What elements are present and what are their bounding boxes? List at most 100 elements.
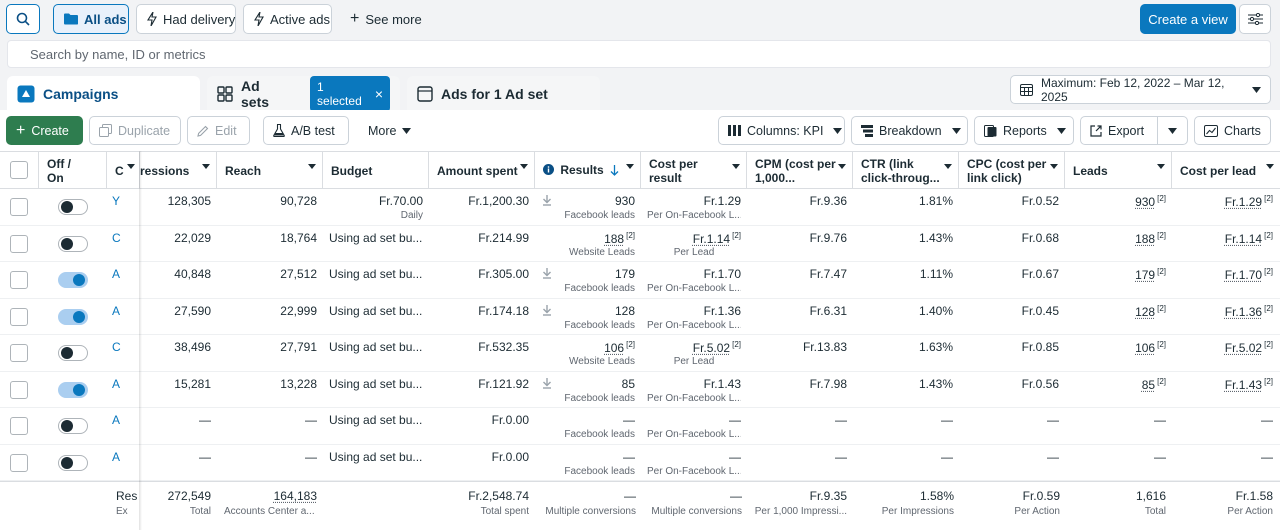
row-toggle[interactable] bbox=[58, 272, 88, 288]
date-range-picker[interactable]: Maximum: Feb 12, 2022 – Mar 12, 2025 bbox=[1010, 75, 1271, 104]
row-toggle[interactable] bbox=[58, 381, 88, 398]
row-name-link[interactable]: A bbox=[112, 267, 120, 281]
row-toggle[interactable] bbox=[58, 235, 88, 252]
cell-results: 85 bbox=[535, 377, 635, 391]
totals-cpl-sub: Per Action bbox=[1227, 506, 1273, 517]
header-cpr-line2: result bbox=[649, 171, 682, 185]
tab-ad-sets[interactable]: Ad sets 1 selected × bbox=[207, 76, 400, 112]
reports-button[interactable]: Reports bbox=[974, 116, 1074, 145]
cell-spent: Fr.174.18 bbox=[478, 303, 529, 318]
cell-cpm: Fr.6.31 bbox=[809, 303, 847, 318]
view-settings-button[interactable] bbox=[1239, 4, 1271, 34]
row-checkbox[interactable] bbox=[10, 380, 28, 399]
had-delivery-button[interactable]: Had delivery bbox=[136, 4, 236, 34]
see-more-button[interactable]: + See more bbox=[339, 4, 429, 34]
header-cpc[interactable]: CPC (cost per link click) bbox=[959, 151, 1065, 189]
row-checkbox[interactable] bbox=[10, 198, 28, 216]
cell-results-sub: Facebook leads bbox=[564, 465, 635, 477]
export-button[interactable]: Export bbox=[1080, 116, 1158, 145]
ab-test-button[interactable]: A/B test bbox=[263, 116, 349, 145]
breakdown-button[interactable]: Breakdown bbox=[851, 116, 968, 145]
row-checkbox[interactable] bbox=[10, 417, 28, 435]
campaign-icon bbox=[17, 85, 35, 103]
cell-cost-per-lead: Fr.1.29 [2] bbox=[1172, 194, 1273, 209]
cell-results-value: 930 bbox=[614, 194, 635, 208]
row-toggle[interactable] bbox=[58, 454, 88, 471]
cell-budget: Using ad set bu... bbox=[329, 376, 423, 391]
row-checkbox[interactable] bbox=[10, 271, 28, 289]
row-name-link[interactable]: A bbox=[112, 377, 120, 391]
header-budget[interactable]: Budget bbox=[323, 151, 429, 189]
row-checkbox[interactable] bbox=[10, 307, 28, 326]
table-row[interactable]: A 27,590 22,999 Fr.174.18 Using ad set bu...… bbox=[0, 299, 1280, 335]
caret-down-icon bbox=[1266, 164, 1274, 169]
all-ads-button[interactable]: All ads bbox=[53, 4, 129, 34]
cell-cost-per-lead: Fr.1.14 [2] bbox=[1172, 231, 1273, 246]
active-ads-button[interactable]: Active ads bbox=[243, 4, 332, 34]
header-impressions[interactable]: ressions bbox=[140, 151, 217, 189]
table-row[interactable]: Y 128,305 90,728 Fr.1,200.30 Fr.70.00 Daily 93… bbox=[0, 189, 1280, 226]
search-input[interactable]: Search by name, ID or metrics bbox=[7, 40, 1271, 68]
table-row[interactable]: A 15,281 13,228 Fr.121.92 Using ad set bu...… bbox=[0, 372, 1280, 408]
table-row[interactable]: A — — Fr.0.00 Using ad set bu... — Facebook le… bbox=[0, 408, 1280, 445]
duplicate-button[interactable]: Duplicate bbox=[89, 116, 181, 145]
toggle-knob bbox=[61, 201, 73, 213]
row-name-link[interactable]: C bbox=[112, 231, 121, 245]
row-name-link[interactable]: C bbox=[112, 340, 121, 354]
select-all-checkbox[interactable] bbox=[10, 161, 28, 179]
row-toggle[interactable] bbox=[58, 418, 88, 434]
breakdown-icon bbox=[861, 124, 873, 137]
tab-ads[interactable]: Ads for 1 Ad set bbox=[407, 76, 600, 112]
row-checkbox[interactable] bbox=[10, 453, 28, 472]
create-view-button[interactable]: Create a view bbox=[1140, 4, 1236, 34]
edit-button[interactable]: Edit bbox=[187, 116, 250, 145]
close-icon[interactable]: × bbox=[375, 87, 383, 101]
charts-button[interactable]: Charts bbox=[1194, 116, 1271, 145]
cell-reach: — bbox=[305, 449, 317, 464]
row-toggle[interactable] bbox=[58, 199, 88, 215]
row-name-link[interactable]: A bbox=[112, 304, 120, 318]
header-cpm[interactable]: CPM (cost per 1,000... bbox=[747, 151, 853, 189]
cell-leads-value: — bbox=[1154, 413, 1166, 427]
row-toggle[interactable] bbox=[58, 308, 88, 325]
header-off-on[interactable]: Off / On bbox=[39, 151, 107, 189]
more-button[interactable]: More bbox=[358, 116, 422, 145]
tab-campaigns[interactable]: Campaigns bbox=[7, 76, 200, 112]
cell-cpr-value: Fr.1.43 bbox=[703, 376, 741, 391]
header-reach[interactable]: Reach bbox=[217, 151, 323, 189]
table-row[interactable]: A — — Fr.0.00 Using ad set bu... — Facebook le… bbox=[0, 445, 1280, 481]
header-amount-spent[interactable]: Amount spent bbox=[429, 151, 535, 189]
cell-results: 128 bbox=[535, 304, 635, 318]
columns-button[interactable]: Columns: KPI bbox=[718, 116, 845, 145]
table-row[interactable]: A 40,848 27,512 Fr.305.00 Using ad set bu...… bbox=[0, 262, 1280, 299]
export-options-button[interactable] bbox=[1157, 116, 1188, 145]
create-button[interactable]: + Create bbox=[6, 116, 83, 145]
cell-spent: Fr.0.00 bbox=[491, 413, 529, 427]
header-reach-label: Reach bbox=[225, 164, 262, 178]
row-name-link[interactable]: Y bbox=[112, 194, 120, 208]
search-button[interactable] bbox=[6, 4, 40, 34]
header-leads[interactable]: Leads bbox=[1065, 151, 1172, 189]
toggle-knob bbox=[61, 237, 73, 250]
row-checkbox[interactable] bbox=[10, 234, 28, 253]
reports-label: Reports bbox=[1003, 123, 1047, 138]
cell-impressions: 128,305 bbox=[167, 194, 211, 208]
table-row[interactable]: C 22,029 18,764 Fr.214.99 Using ad set bu...… bbox=[0, 226, 1280, 262]
row-name-link[interactable]: A bbox=[112, 450, 120, 464]
header-name[interactable]: C bbox=[107, 151, 140, 189]
table-row[interactable]: C 38,496 27,791 Fr.532.35 Using ad set bu...… bbox=[0, 335, 1280, 372]
row-toggle[interactable] bbox=[58, 345, 88, 361]
header-cost-per-lead[interactable]: Cost per lead bbox=[1172, 151, 1280, 189]
cell-leads-footnote: [2] bbox=[1157, 303, 1166, 313]
cell-cpl-value: — bbox=[1261, 449, 1273, 464]
row-checkbox[interactable] bbox=[10, 344, 28, 362]
cell-ctr: 1.11% bbox=[919, 267, 953, 281]
selected-pill[interactable]: 1 selected × bbox=[310, 76, 390, 112]
header-cost-per-result[interactable]: Cost per result bbox=[641, 151, 747, 189]
cell-results-value: 106 bbox=[604, 341, 625, 355]
cell-results-sub: Website Leads bbox=[569, 246, 635, 258]
row-name-link[interactable]: A bbox=[112, 413, 120, 427]
header-ctr[interactable]: CTR (link click-throug... bbox=[853, 151, 959, 189]
totals-reach-sub: Accounts Center a... bbox=[224, 506, 315, 517]
header-results[interactable]: Results bbox=[535, 151, 641, 189]
